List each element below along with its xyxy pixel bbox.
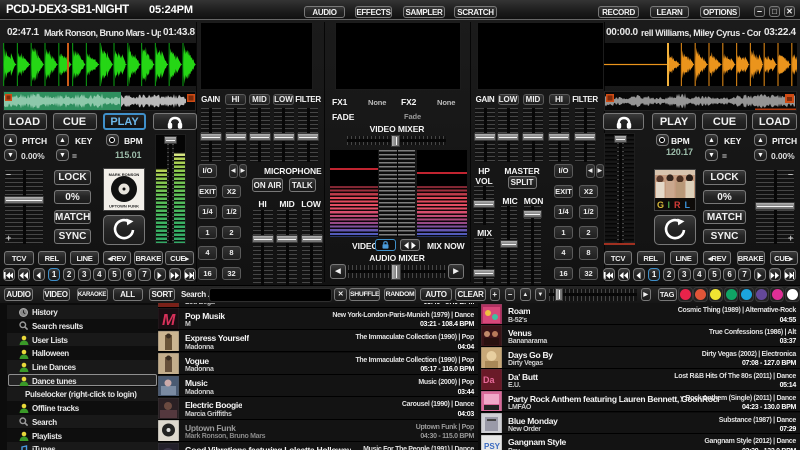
svg-text:G: G <box>657 200 664 210</box>
svg-text:Da: Da <box>483 375 495 385</box>
svg-text:L: L <box>685 200 691 210</box>
svg-text:UPTOWN FUNK: UPTOWN FUNK <box>109 204 139 209</box>
svg-text:R: R <box>674 200 681 210</box>
svg-text:M: M <box>162 312 176 329</box>
svg-text:I: I <box>668 200 671 210</box>
svg-text:PSY: PSY <box>484 442 501 450</box>
